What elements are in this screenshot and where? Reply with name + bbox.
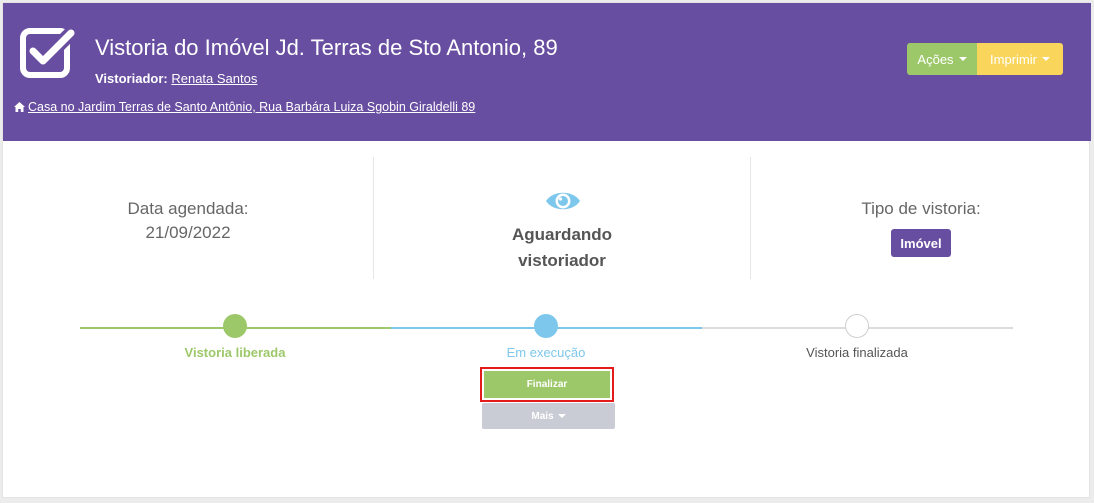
step-dot-released	[223, 314, 247, 338]
status-panel: Aguardando vistoriador	[373, 157, 751, 281]
page-header: Vistoria do Imóvel Jd. Terras de Sto Ant…	[3, 3, 1091, 141]
inspection-type-label: Tipo de vistoria:	[861, 199, 981, 218]
step-label-released: Vistoria liberada	[184, 345, 286, 360]
inspection-type-badge: Imóvel	[891, 229, 951, 257]
finalize-label: Finalizar	[484, 371, 610, 398]
more-dropdown-button[interactable]: Mais	[482, 403, 615, 429]
step-label-finished: Vistoria finalizada	[806, 345, 908, 360]
step-dot-in-progress	[534, 314, 558, 338]
inspection-card: Vistoria do Imóvel Jd. Terras de Sto Ant…	[2, 2, 1091, 498]
finalize-button[interactable]: Finalizar	[480, 367, 614, 402]
address-line: Casa no Jardim Terras de Santo Antônio, …	[14, 100, 475, 114]
caret-down-icon	[557, 414, 566, 418]
home-icon	[14, 102, 25, 112]
inspection-type-panel: Tipo de vistoria: Imóvel	[751, 157, 1091, 281]
page-title: Vistoria do Imóvel Jd. Terras de Sto Ant…	[95, 35, 558, 60]
step-dot-finished	[845, 314, 869, 338]
scheduled-date-panel: Data agendada: 21/09/2022	[3, 157, 373, 281]
scheduled-date-value: 21/09/2022	[145, 223, 231, 242]
inspector-label: Vistoriador:	[95, 71, 168, 86]
scheduled-date-label: Data agendada:	[127, 199, 249, 218]
step-label-in-progress: Em execução	[506, 345, 586, 360]
inspector-link[interactable]: Renata Santos	[171, 71, 257, 86]
checkbox-checked-icon	[20, 25, 77, 78]
inspector-line: Vistoriador: Renata Santos	[95, 71, 257, 86]
print-label: Imprimir	[990, 51, 1037, 67]
status-line-2: vistoriador	[518, 251, 606, 270]
caret-down-icon	[958, 57, 967, 61]
status-line-1: Aguardando	[511, 225, 613, 244]
header-button-group: Ações Imprimir	[907, 43, 1063, 75]
actions-label: Ações	[917, 51, 954, 67]
status-text: Aguardando vistoriador	[373, 222, 751, 274]
actions-dropdown-button[interactable]: Ações	[907, 43, 977, 75]
caret-down-icon	[1041, 57, 1050, 61]
print-dropdown-button[interactable]: Imprimir	[977, 43, 1063, 75]
eye-icon	[546, 192, 580, 210]
address-link[interactable]: Casa no Jardim Terras de Santo Antônio, …	[28, 100, 475, 114]
more-label: Mais	[531, 410, 554, 422]
